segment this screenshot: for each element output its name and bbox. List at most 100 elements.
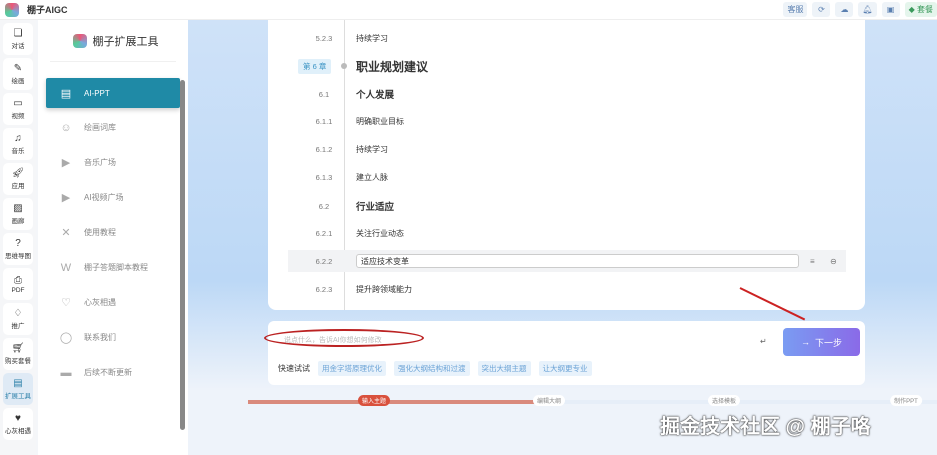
- list-icon[interactable]: ≡: [810, 257, 815, 266]
- rail-item[interactable]: ▨ 画廊: [3, 198, 33, 230]
- bell-icon[interactable]: 🔔︎: [858, 2, 877, 17]
- gallery-icon: ▨: [13, 203, 23, 214]
- top-bar: 棚子AIGC 客服 ⟳ ☁ 🔔︎ ▣ ◆ 套餐: [0, 0, 937, 20]
- quick-chip[interactable]: 突出大纲主题: [477, 361, 531, 376]
- service-button[interactable]: 客服: [783, 2, 808, 17]
- outline-card: 5.2.3 持续学习第 6 章职业规划建议 6.1 个人发展 6.1.1 明确职业目标 6.…: [268, 20, 865, 310]
- music-icon: ♫: [14, 133, 22, 144]
- sidebar-item-label: 绘画词库: [84, 123, 116, 132]
- input-card: 说点什么，告诉AI你想如何修改 ↵ → 下一步 快速试试 用金字塔原理优化 强化大…: [264, 321, 865, 385]
- timeline-dot: [341, 63, 347, 69]
- sidebar-item-label: 心灰相遇: [84, 298, 116, 307]
- sidebar-item[interactable]: ✕ 使用教程: [46, 215, 180, 250]
- quick-chip[interactable]: 用金字塔原理优化: [318, 361, 386, 376]
- modify-input[interactable]: 说点什么，告诉AI你想如何修改: [284, 335, 382, 345]
- sidebar-item[interactable]: ◯ 联系我们: [46, 320, 180, 355]
- outline-text: 关注行业动态: [356, 228, 404, 238]
- outline-number: 6.1: [318, 89, 330, 99]
- step-4: 制作PPT: [890, 395, 922, 406]
- outline-number: 6.1.3: [315, 172, 333, 182]
- sidebar-item-icon: ▤: [60, 87, 72, 100]
- sidebar-item-label: 联系我们: [84, 333, 116, 342]
- next-button[interactable]: → 下一步: [783, 328, 860, 356]
- left-rail: ❏ 对话 ✎ 绘画 ▭ 视频 ♫ 音乐 🚀︎ 应用 ▨ 画廊? 思维导图 ⎙ PDF ♢ 推广 🛒︎ 购买套餐 ▤ 扩展…: [0, 20, 36, 455]
- rail-label: 音乐: [11, 148, 25, 155]
- rocket-icon: 🚀︎: [11, 168, 25, 179]
- progress-fill: [248, 400, 549, 404]
- arrow-icon: →: [800, 337, 810, 347]
- sidebar-item-icon: ▶: [61, 192, 71, 204]
- outline-number: 6.2.2: [315, 256, 333, 266]
- sidebar-item-icon: ▬: [60, 366, 72, 379]
- outline-row[interactable]: 6.1.3 建立人脉: [268, 166, 865, 188]
- brush-icon: ✎: [13, 63, 23, 74]
- rail-item[interactable]: 🚀︎ 应用: [3, 163, 33, 195]
- rail-item[interactable]: ⎙ PDF: [3, 268, 33, 300]
- gift-icon[interactable]: ▣: [881, 2, 900, 17]
- rail-label: 购买套餐: [5, 358, 31, 365]
- rail-item[interactable]: ▤ 扩展工具: [3, 373, 33, 405]
- rail-label: 应用: [11, 183, 25, 190]
- outline-text: 职业规划建议: [356, 59, 429, 74]
- sidebar-item[interactable]: ☺ 绘画词库: [46, 110, 180, 145]
- sidebar-item[interactable]: ▶ AI视频广场: [46, 180, 180, 215]
- sidebar-item[interactable]: W 棚子答题脚本教程: [46, 250, 180, 285]
- rail-item[interactable]: ▭ 视频: [3, 93, 33, 125]
- outline-row[interactable]: 第 6 章 职业规划建议: [268, 55, 865, 77]
- rail-item[interactable]: ♫ 音乐: [3, 128, 33, 160]
- rail-label: 思维导图: [5, 253, 31, 260]
- sidebar-item[interactable]: ▶ 音乐广场: [46, 145, 180, 180]
- handshake-icon: ♢: [13, 308, 23, 319]
- sidebar-item[interactable]: ♡ 心灰相遇: [46, 285, 180, 320]
- outline-number: 6.2: [318, 201, 330, 211]
- rail-item[interactable]: ❏ 对话: [3, 23, 33, 55]
- rail-item[interactable]: ? 思维导图: [3, 233, 33, 265]
- rail-item[interactable]: 🛒︎ 购买套餐: [3, 338, 33, 370]
- package-button[interactable]: ◆ 套餐: [904, 2, 937, 17]
- outline-row[interactable]: 6.2.2 适应技术变革 ≡ ⊖: [288, 250, 846, 272]
- outline-text: 持续学习: [356, 144, 388, 154]
- rail-item[interactable]: ♥ 心灰相遇: [3, 408, 33, 440]
- outline-text: 适应技术变革: [361, 256, 409, 266]
- sidebar-item[interactable]: ▬ 后续不断更新: [46, 355, 180, 390]
- outline-text: 提升跨领域能力: [356, 284, 412, 294]
- outline-number: 6.2.3: [315, 284, 333, 294]
- sidebar-item[interactable]: ▤ AI-PPT: [46, 78, 180, 108]
- sidebar-item-icon: ✕: [61, 227, 71, 239]
- sidebar: 棚子扩展工具 ▤ AI-PPT ☺ 绘画词库 ▶ 音乐广场 ▶ AI视频广场 ✕ 使用教程 W 棚子答…: [38, 20, 188, 455]
- scrollbar[interactable]: [180, 80, 185, 430]
- refresh-icon[interactable]: ⟳: [812, 2, 831, 17]
- sidebar-item-label: 后续不断更新: [84, 368, 132, 377]
- app-logo: [5, 2, 19, 17]
- sidebar-item-label: 音乐广场: [84, 158, 116, 167]
- outline-row[interactable]: 6.1 个人发展: [268, 83, 865, 105]
- quick-chip[interactable]: 强化大纲结构和过渡: [394, 361, 470, 376]
- sidebar-item-label: AI视频广场: [84, 193, 124, 202]
- toolbox-icon: ▤: [13, 378, 23, 389]
- step-2: 编辑大纲: [532, 395, 566, 406]
- outline-edit-input[interactable]: 适应技术变革: [356, 254, 799, 268]
- rail-label: 推广: [11, 323, 25, 330]
- outline-row[interactable]: 6.1.2 持续学习: [268, 138, 865, 160]
- outline-text: 持续学习: [356, 33, 388, 43]
- rail-item[interactable]: ✎ 绘画: [3, 58, 33, 90]
- outline-row[interactable]: 5.2.3 持续学习: [268, 27, 865, 49]
- outline-number: 6.2.1: [315, 228, 333, 238]
- sidebar-item-icon: ◯: [59, 332, 73, 344]
- outline-row[interactable]: 6.2 行业适应: [268, 195, 865, 217]
- theme-icon[interactable]: ☁: [835, 2, 854, 17]
- delete-icon[interactable]: ⊖: [830, 257, 837, 266]
- outline-number: 6.1.2: [315, 144, 333, 154]
- rail-label: 绘画: [11, 78, 25, 85]
- outline-number: 5.2.3: [315, 33, 333, 43]
- rail-item[interactable]: ♢ 推广: [3, 303, 33, 335]
- sidebar-logo: [72, 33, 87, 48]
- outline-row[interactable]: 6.2.1 关注行业动态: [268, 222, 865, 244]
- step-3: 选择模板: [707, 395, 741, 406]
- quick-chip[interactable]: 让大纲更专业: [538, 361, 592, 376]
- outline-row[interactable]: 6.1.1 明确职业目标: [268, 110, 865, 132]
- package-label: 套餐: [917, 5, 933, 14]
- outline-row[interactable]: 6.2.3 提升跨领域能力: [268, 278, 865, 300]
- enter-icon: ↵: [760, 337, 767, 346]
- progress-bar: 输入主题 编辑大纲 选择模板 制作PPT: [248, 395, 937, 406]
